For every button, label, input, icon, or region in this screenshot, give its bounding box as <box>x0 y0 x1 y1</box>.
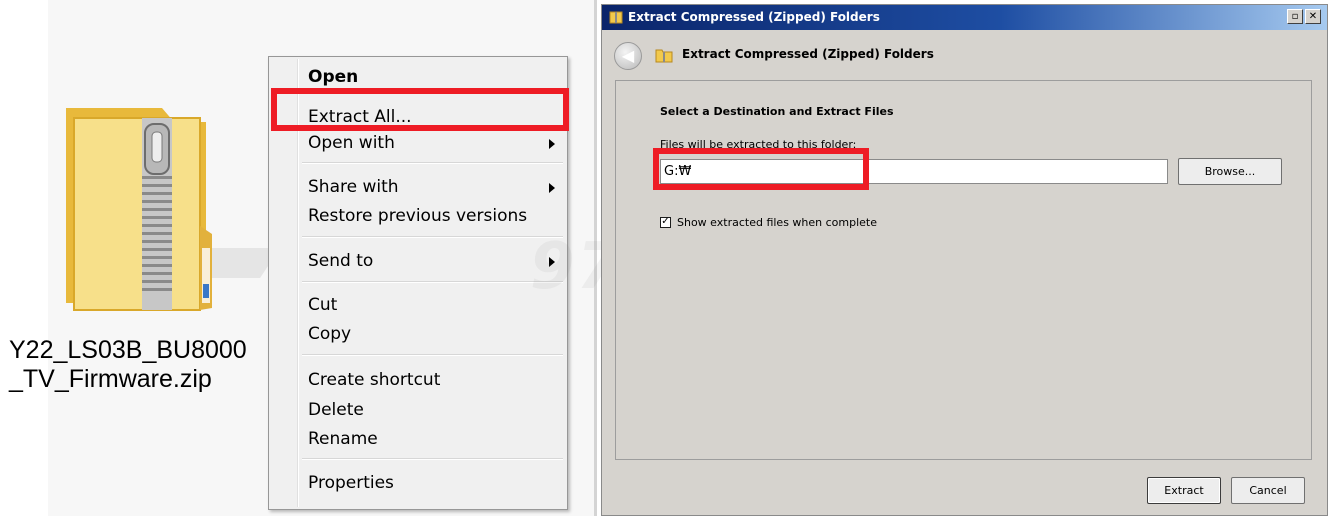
back-arrow-icon[interactable]: ◀ <box>614 42 642 70</box>
show-files-checkbox-row[interactable]: ✓ Show extracted files when complete <box>660 216 877 229</box>
menu-item-restore-previous-versions[interactable]: Restore previous versions <box>308 205 527 227</box>
menu-item-share-with[interactable]: Share with <box>308 176 399 198</box>
show-files-checkbox[interactable]: ✓ <box>660 217 671 228</box>
menu-item-open-with[interactable]: Open with <box>308 132 395 154</box>
file-name-label[interactable]: Y22_LS03B_BU8000_TV_Firmware.zip <box>9 336 259 394</box>
menu-separator <box>302 281 563 283</box>
zip-folder-icon <box>609 11 623 24</box>
extract-button[interactable]: Extract <box>1147 477 1221 504</box>
browse-button[interactable]: Browse... <box>1178 158 1282 185</box>
show-files-checkbox-label[interactable]: Show extracted files when complete <box>677 216 877 229</box>
close-button[interactable]: ✕ <box>1305 9 1321 24</box>
submenu-arrow-icon <box>549 139 555 149</box>
cancel-button[interactable]: Cancel <box>1231 477 1305 504</box>
menu-item-properties[interactable]: Properties <box>308 472 394 494</box>
menu-separator <box>302 162 563 164</box>
menu-item-open[interactable]: Open <box>308 66 358 88</box>
section-title: Select a Destination and Extract Files <box>660 105 894 118</box>
menu-item-rename[interactable]: Rename <box>308 428 378 450</box>
dialog-window-title: Extract Compressed (Zipped) Folders <box>628 10 880 24</box>
dialog-heading: Extract Compressed (Zipped) Folders <box>682 47 934 61</box>
zip-folder-icon[interactable] <box>50 98 280 328</box>
dialog-titlebar[interactable]: Extract Compressed (Zipped) Folders ▫ ✕ <box>602 5 1327 30</box>
menu-item-delete[interactable]: Delete <box>308 399 364 421</box>
restore-button[interactable]: ▫ <box>1287 9 1303 24</box>
submenu-arrow-icon <box>549 183 555 193</box>
menu-separator <box>302 354 563 356</box>
titlebar-buttons: ▫ ✕ <box>1287 9 1321 24</box>
extract-all-highlight <box>271 88 569 131</box>
zip-folder-icon <box>655 49 673 63</box>
menu-item-send-to[interactable]: Send to <box>308 250 373 272</box>
path-input-highlight <box>653 148 869 190</box>
menu-item-create-shortcut[interactable]: Create shortcut <box>308 369 440 391</box>
menu-item-cut[interactable]: Cut <box>308 294 337 316</box>
extract-dialog: Extract Compressed (Zipped) Folders ▫ ✕ … <box>601 4 1328 516</box>
menu-separator <box>302 458 563 460</box>
dialog-content-panel: Select a Destination and Extract Files F… <box>615 80 1312 460</box>
menu-separator <box>302 236 563 238</box>
menu-item-copy[interactable]: Copy <box>308 323 351 345</box>
